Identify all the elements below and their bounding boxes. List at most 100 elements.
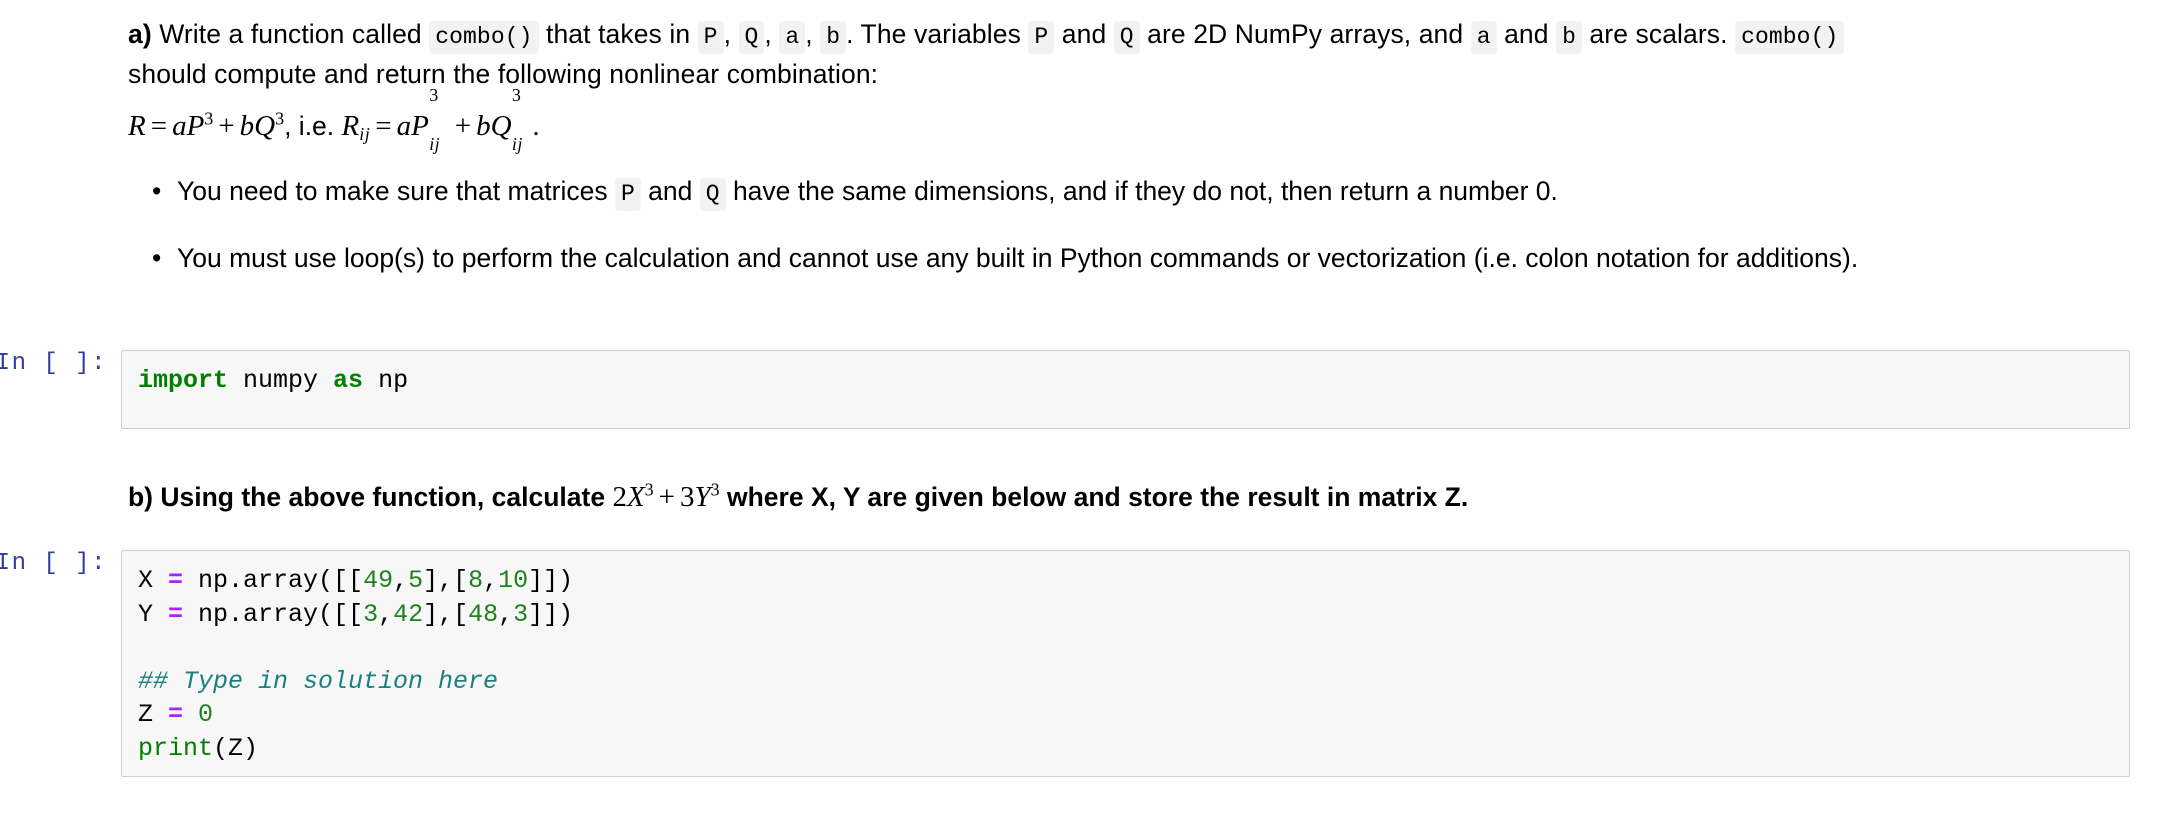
- b-exp-2: 3: [710, 479, 720, 500]
- b-exp-1: 3: [644, 479, 654, 500]
- equation-R-definition: R = aP3 + bQ3, i.e. Rij = aP 3 ij + bQ 3 ij.: [128, 84, 540, 154]
- problem-a-paragraph: a) Write a function called combo() that …: [128, 14, 2133, 94]
- code-token-kw: as: [333, 366, 364, 395]
- requirement-text: You need to make sure that matrices P an…: [177, 176, 1558, 211]
- b-coef-1: 2: [612, 481, 627, 513]
- eq-plus: +: [218, 110, 235, 142]
- inline-code-chip: a: [1470, 21, 1497, 54]
- inline-code-chip: Q: [1113, 21, 1140, 54]
- inline-code-chip: P: [1028, 21, 1055, 54]
- code-token-plain: numpy: [228, 366, 334, 395]
- eq2-equals: =: [375, 110, 392, 142]
- inline-text: that takes in: [538, 19, 698, 49]
- code-token-comment: ## Type in solution here: [138, 666, 499, 696]
- code-input-area-2[interactable]: X = np.array([[49,5],[8,10]]) Y = np.arr…: [121, 550, 2130, 777]
- input-prompt-1: In [ ]:: [0, 350, 107, 377]
- inline-text: You must use loop(s) to perform the calc…: [177, 243, 1859, 273]
- code-token-num: 10: [498, 566, 529, 595]
- b-var-Y: Y: [694, 481, 711, 513]
- inline-text: You need to make sure that matrices: [177, 176, 615, 206]
- inline-text: . The variables: [846, 19, 1029, 49]
- code-token-num: 42: [393, 599, 424, 629]
- b-coef-2: 3: [680, 481, 695, 513]
- bullet-icon: •: [152, 243, 162, 273]
- input-prompt-2: In [ ]:: [0, 550, 107, 577]
- inline-code-chip: b: [820, 21, 847, 54]
- inline-text: are 2D NumPy arrays, and: [1139, 19, 1471, 49]
- code-token-plain: ,: [483, 566, 499, 595]
- requirements-bullet-list: • You need to make sure that matrices P a…: [128, 172, 2128, 306]
- eq-ie-separator: , i.e.: [284, 111, 342, 141]
- eq-var-Q: Q: [254, 110, 276, 142]
- problem-b-text-before: Using the above function, calculate: [153, 482, 613, 512]
- b-var-X: X: [626, 481, 645, 513]
- code-token-plain: X: [138, 566, 169, 595]
- eq-var-P: P: [186, 110, 205, 142]
- code-token-plain: np.array([[: [183, 599, 364, 629]
- inline-code-chip: Q: [738, 21, 765, 54]
- code-token-plain: (Z): [213, 733, 259, 763]
- code-token-plain: ,: [393, 566, 409, 595]
- code-token-kw: import: [138, 366, 229, 395]
- requirement-text: You must use loop(s) to perform the calc…: [177, 243, 1858, 273]
- eq2-plus: +: [454, 110, 472, 142]
- inline-code-chip: combo(): [1735, 21, 1845, 54]
- inline-code-chip: P: [615, 178, 641, 211]
- code-token-plain: Y: [138, 599, 169, 629]
- problem-a-line1: Write a function called combo() that tak…: [151, 19, 1845, 54]
- inline-code-chip: P: [697, 21, 724, 54]
- inline-text: and: [1054, 19, 1114, 49]
- eq-coef-b: b: [239, 110, 255, 142]
- problem-b-text-after: where X, Y are given below and store the…: [719, 482, 1469, 512]
- inline-text: ,: [764, 19, 780, 49]
- code-token-num: 3: [363, 599, 379, 629]
- eq2-P-supsub: 3 ij: [429, 84, 441, 154]
- code-token-num: 5: [408, 566, 424, 595]
- code-token-plain: np: [363, 366, 409, 395]
- code-token-plain: ]]): [528, 566, 574, 595]
- inline-text: ,: [723, 19, 739, 49]
- problem-b-label: b): [128, 482, 154, 512]
- code-token-op: =: [168, 700, 184, 729]
- code-token-builtin: print: [138, 733, 214, 763]
- equation-scalar-form: R = aP3 + bQ3: [128, 108, 285, 142]
- eq2-sub-ij: ij: [359, 124, 371, 145]
- requirement-list-item: • You must use loop(s) to perform the cal…: [128, 239, 2128, 277]
- markdown-cell-a[interactable]: a) Write a function called combo() that …: [128, 14, 2133, 94]
- eq-exp-Q: 3: [275, 108, 285, 129]
- code-token-num: 48: [468, 599, 499, 629]
- code-token-plain: ,: [378, 599, 394, 629]
- eq-equals: =: [150, 110, 168, 142]
- b-plus: +: [658, 481, 675, 513]
- inline-text: and: [640, 176, 700, 206]
- eq2-coef-a: a: [396, 110, 412, 142]
- code-token-plain: Z: [138, 700, 169, 729]
- inline-code-chip: b: [1556, 21, 1582, 54]
- eq2-var-P: P: [411, 110, 429, 142]
- code-source-1[interactable]: import numpy as np: [122, 351, 2129, 411]
- code-token-plain: ]]): [528, 599, 574, 629]
- code-token-num: 8: [468, 566, 484, 595]
- code-source-2[interactable]: X = np.array([[49,5],[8,10]]) Y = np.arr…: [122, 551, 2129, 778]
- notebook-page: a) Write a function called combo() that …: [0, 0, 2158, 818]
- problem-a-line2: should compute and return the following …: [128, 59, 879, 89]
- code-token-op: =: [168, 566, 184, 595]
- inline-code-chip: combo(): [429, 21, 539, 54]
- inline-text: are scalars.: [1581, 19, 1736, 49]
- code-token-plain: ],[: [423, 566, 469, 595]
- eq-coef-a: a: [172, 110, 187, 142]
- code-token-num: 49: [363, 566, 394, 595]
- eq2-coef-b: b: [476, 110, 491, 142]
- problem-b-expression: 2X3 +3Y3: [612, 479, 720, 513]
- inline-text: ,: [805, 19, 821, 49]
- markdown-cell-b[interactable]: b) Using the above function, calculate 2…: [128, 478, 1468, 516]
- code-input-area-1[interactable]: import numpy as np: [121, 350, 2130, 429]
- inline-text: Write a function called: [151, 19, 430, 49]
- code-token-op: =: [168, 599, 184, 629]
- code-token-num: 0: [198, 700, 214, 729]
- inline-code-chip: Q: [699, 178, 726, 211]
- eq2-Q-supsub: 3 ij: [511, 84, 523, 154]
- eq2-period: .: [532, 110, 540, 142]
- code-token-plain: np.array([[: [183, 566, 364, 595]
